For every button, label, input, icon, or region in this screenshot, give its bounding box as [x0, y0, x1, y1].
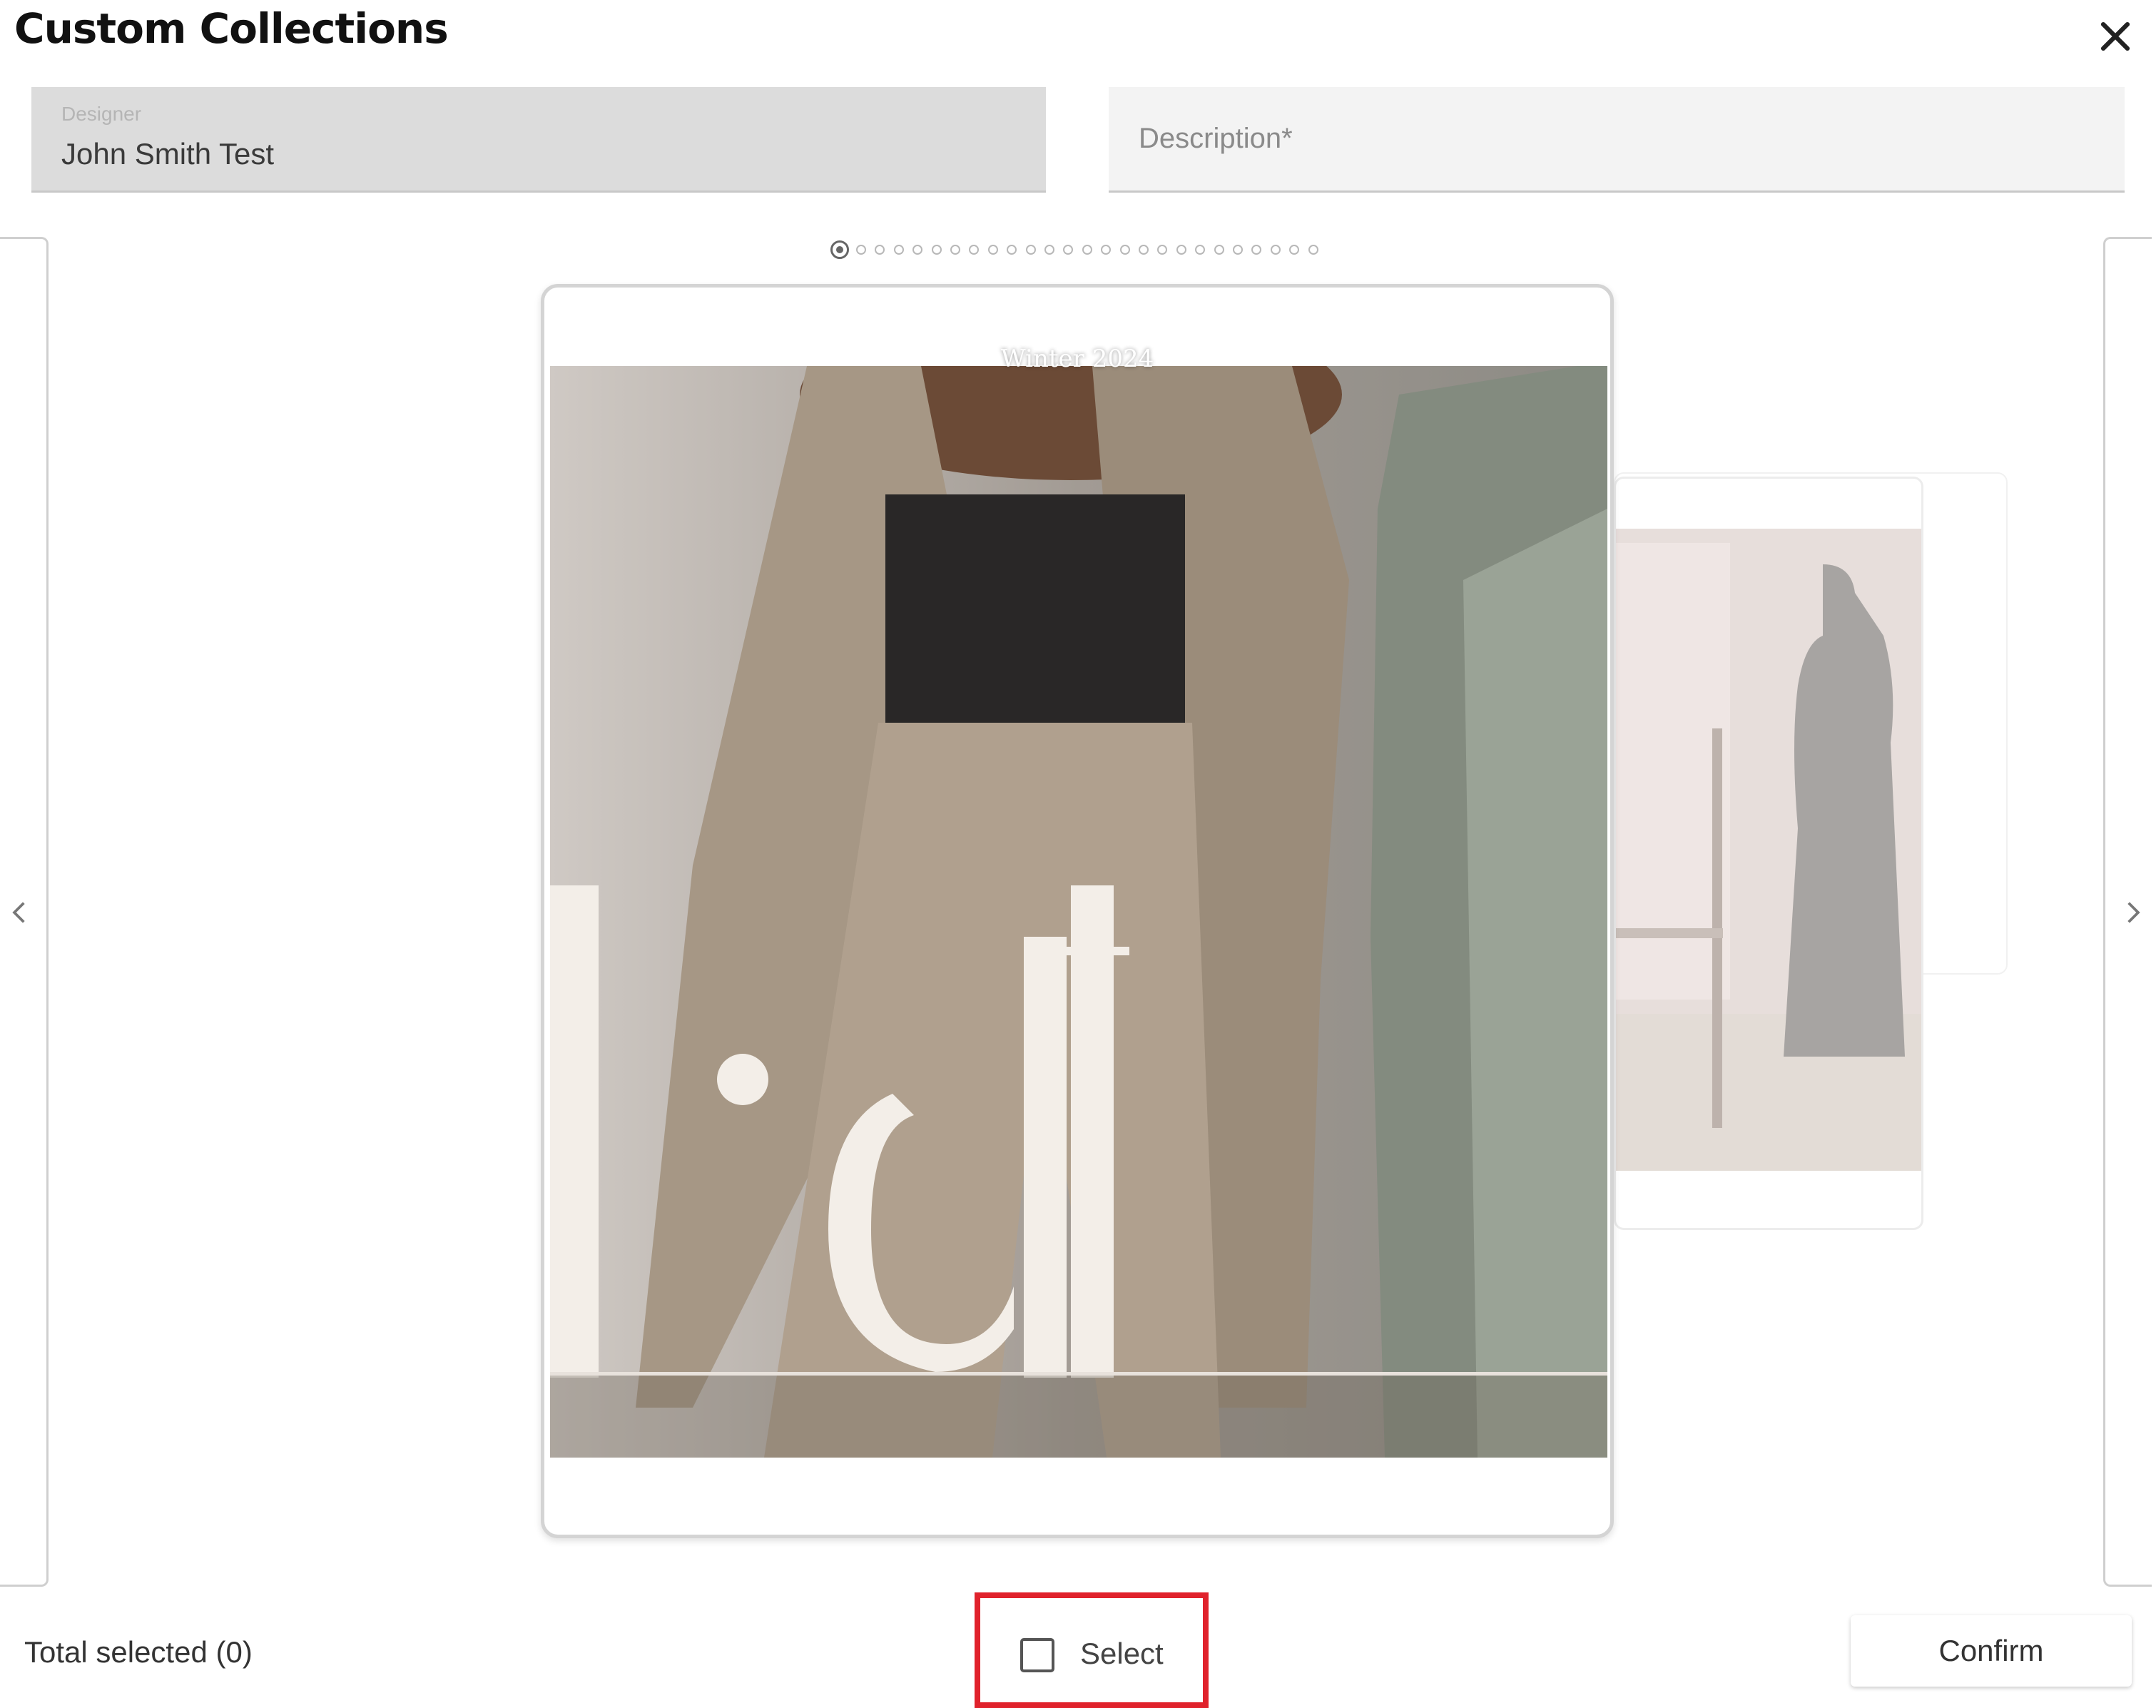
designer-input[interactable] — [61, 137, 989, 171]
carousel-dot[interactable] — [1289, 245, 1300, 255]
carousel-dot[interactable] — [1214, 245, 1224, 255]
carousel-dot[interactable] — [1157, 245, 1168, 255]
carousel-prev-button[interactable] — [0, 237, 49, 1587]
chevron-left-icon — [12, 902, 25, 923]
carousel-dot[interactable] — [893, 245, 904, 255]
carousel-dot[interactable] — [856, 245, 866, 255]
description-input[interactable]: Description* — [1139, 123, 1293, 155]
carousel-dot[interactable] — [1233, 245, 1243, 255]
carousel-dot[interactable] — [969, 245, 980, 255]
select-highlight: Select — [975, 1592, 1209, 1708]
carousel-dot[interactable] — [931, 245, 942, 255]
description-field[interactable]: Description* — [1109, 87, 2125, 193]
collection-card-label: Winter 2024 — [1000, 345, 1154, 373]
carousel-dot[interactable] — [1270, 245, 1281, 255]
collection-card[interactable]: Winter 2024 — [541, 284, 1614, 1538]
carousel-dot[interactable] — [830, 240, 849, 259]
close-button[interactable] — [2095, 16, 2136, 57]
carousel-dot[interactable] — [1082, 245, 1092, 255]
close-icon — [2100, 21, 2130, 51]
carousel-dot[interactable] — [987, 245, 998, 255]
carousel-dot[interactable] — [1063, 245, 1074, 255]
select-label[interactable]: Select — [1080, 1637, 1164, 1671]
carousel-dot[interactable] — [1101, 245, 1112, 255]
carousel-dot[interactable] — [950, 245, 960, 255]
select-checkbox[interactable] — [1020, 1638, 1054, 1672]
dialog-title: Custom Collections — [14, 4, 449, 53]
carousel-dot[interactable] — [1139, 245, 1149, 255]
carousel-dot[interactable] — [1308, 245, 1318, 255]
designer-label: Designer — [61, 103, 142, 125]
next-card[interactable] — [1614, 477, 1923, 1230]
carousel-dot[interactable] — [1176, 245, 1186, 255]
next-card-image — [1616, 529, 1921, 1171]
carousel-dot[interactable] — [1251, 245, 1262, 255]
collection-card-image — [550, 366, 1607, 1458]
carousel-dot[interactable] — [1007, 245, 1017, 255]
carousel-next-button[interactable] — [2103, 237, 2152, 1587]
carousel-dot[interactable] — [912, 245, 923, 255]
confirm-button[interactable]: Confirm — [1851, 1615, 2132, 1687]
carousel-dot[interactable] — [875, 245, 885, 255]
chevron-right-icon — [2127, 902, 2140, 923]
total-selected: Total selected (0) — [24, 1635, 253, 1669]
designer-field[interactable]: Designer — [31, 87, 1046, 193]
carousel-dot[interactable] — [1119, 245, 1130, 255]
carousel-dot[interactable] — [1044, 245, 1054, 255]
carousel-dot[interactable] — [1195, 245, 1206, 255]
carousel-dot[interactable] — [1025, 245, 1036, 255]
